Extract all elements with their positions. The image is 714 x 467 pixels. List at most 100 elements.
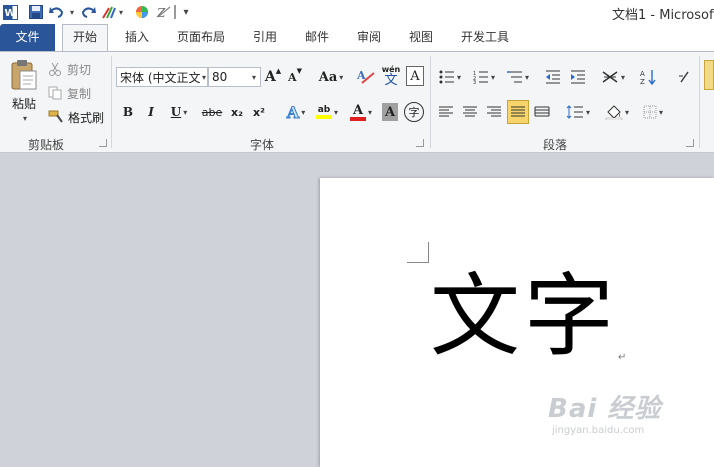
numbering-button[interactable]: 1 2 3 ▾ bbox=[470, 66, 498, 88]
subscript-button[interactable]: x₂ bbox=[227, 102, 247, 122]
grow-font-label: A bbox=[264, 69, 276, 85]
phonetic-guide-button[interactable]: wén 文 bbox=[379, 63, 403, 89]
paint-bucket-icon bbox=[605, 105, 623, 120]
paste-icon[interactable] bbox=[6, 58, 42, 92]
svg-text:Z: Z bbox=[156, 6, 166, 19]
font-color-button[interactable]: A ▾ bbox=[346, 100, 376, 124]
cut-button[interactable]: 剪切 bbox=[48, 60, 118, 78]
paragraph-launcher-icon[interactable] bbox=[686, 139, 694, 147]
paragraph-mark: ↵ bbox=[618, 352, 627, 363]
clipboard-group-label: 剪贴板 bbox=[28, 138, 65, 152]
copy-icon bbox=[48, 86, 62, 100]
tab-page-layout[interactable]: 页面布局 bbox=[170, 24, 232, 51]
undo-icon[interactable] bbox=[49, 3, 65, 21]
font-size-value: 80 bbox=[212, 70, 228, 84]
superscript-button[interactable]: x² bbox=[249, 102, 269, 122]
margin-corner-mark bbox=[407, 242, 429, 263]
color-icon[interactable] bbox=[134, 3, 150, 21]
borders-button[interactable]: ▾ bbox=[638, 102, 668, 122]
format-painter-button[interactable]: 格式刷 bbox=[48, 108, 118, 126]
align-right-button[interactable] bbox=[484, 102, 504, 122]
tab-insert[interactable]: 插入 bbox=[117, 24, 157, 51]
shading-button[interactable]: ▾ bbox=[602, 101, 632, 123]
underline-button[interactable]: U ▾ bbox=[166, 102, 192, 122]
paste-dropdown-icon[interactable]: ▾ bbox=[19, 112, 29, 124]
tab-developer[interactable]: 开发工具 bbox=[453, 24, 517, 51]
align-center-button[interactable] bbox=[460, 102, 480, 122]
font-name-combo[interactable]: 宋体 (中文正文 ▾ bbox=[116, 67, 208, 87]
shrink-font-button[interactable]: A ▼ bbox=[286, 67, 304, 87]
watermark: Bai 经验 jingyan.baidu.com bbox=[548, 388, 661, 436]
paragraph-group-label: 段落 bbox=[543, 138, 568, 152]
line-spacing-button[interactable]: ▾ bbox=[563, 102, 593, 122]
clear-formatting-button[interactable]: A bbox=[355, 65, 377, 89]
tab-file[interactable]: 文件 bbox=[0, 24, 55, 51]
phonetic-char: 文 bbox=[384, 72, 398, 88]
chevron-down-icon: ▾ bbox=[252, 72, 257, 82]
document-text[interactable]: 文字 bbox=[430, 272, 618, 362]
highlight-button[interactable]: ab ▾ bbox=[312, 100, 342, 124]
save-icon[interactable] bbox=[28, 3, 44, 21]
show-marks-button[interactable] bbox=[674, 66, 692, 88]
svg-text:3: 3 bbox=[473, 80, 476, 84]
font-name-value: 宋体 (中文正文 bbox=[120, 70, 200, 85]
text-effects-button[interactable]: A ▾ bbox=[282, 101, 310, 123]
enclose-char-button[interactable]: 字 bbox=[404, 102, 424, 122]
redo-icon[interactable] bbox=[80, 3, 96, 21]
tab-review[interactable]: 审阅 bbox=[349, 24, 389, 51]
window-title: 文档1 - Microsoft bbox=[612, 8, 714, 23]
underline-label: U bbox=[170, 105, 182, 119]
justify-button[interactable] bbox=[507, 100, 529, 124]
ribbon-tabs: 文件 开始 插入 页面布局 引用 邮件 审阅 视图 开发工具 bbox=[0, 24, 714, 51]
font-group-label: 字体 bbox=[250, 138, 275, 152]
sort-icon: AZ bbox=[640, 70, 656, 85]
grow-font-button[interactable]: A ▲ bbox=[264, 67, 282, 87]
clear-formatting-icon: A bbox=[356, 69, 375, 84]
tab-mailings[interactable]: 邮件 bbox=[297, 24, 337, 51]
tab-view[interactable]: 视图 bbox=[401, 24, 441, 51]
watermark-url: jingyan.baidu.com bbox=[552, 425, 645, 436]
line-spacing-icon bbox=[566, 105, 583, 119]
sort-button[interactable]: AZ bbox=[638, 66, 660, 88]
strikethrough-label: abe bbox=[201, 105, 223, 119]
char-border-button[interactable]: A bbox=[406, 66, 424, 86]
chevron-down-icon: ▾ bbox=[202, 72, 207, 82]
clipboard-launcher-icon[interactable] bbox=[99, 139, 107, 147]
chinese-layout-button[interactable]: ▾ bbox=[598, 66, 628, 88]
char-shading-label: A bbox=[384, 104, 396, 120]
strikethrough-button[interactable]: abe bbox=[200, 102, 224, 122]
paragraph-mark-icon bbox=[679, 71, 689, 83]
tab-home[interactable]: 开始 bbox=[62, 24, 108, 51]
word-app-icon[interactable]: W bbox=[2, 3, 18, 21]
styles-gallery-edge[interactable] bbox=[704, 60, 714, 90]
font-size-combo[interactable]: 80 ▾ bbox=[208, 67, 261, 87]
format-painter-icon[interactable]: ▾ bbox=[101, 3, 123, 21]
customize-icon[interactable]: ▾ bbox=[180, 3, 192, 21]
font-launcher-icon[interactable] bbox=[416, 139, 424, 147]
distributed-button[interactable] bbox=[532, 102, 552, 122]
bullets-icon bbox=[439, 70, 454, 84]
italic-button[interactable]: I bbox=[143, 102, 159, 122]
undo-dropdown-icon[interactable]: ▾ bbox=[66, 3, 76, 21]
decrease-indent-button[interactable] bbox=[543, 66, 563, 88]
increase-indent-button[interactable] bbox=[568, 66, 588, 88]
change-case-button[interactable]: Aa ▾ bbox=[316, 67, 346, 87]
decrease-indent-icon bbox=[546, 70, 560, 84]
enclose-char-label: 字 bbox=[408, 106, 420, 119]
font-color-label: A bbox=[352, 102, 364, 118]
svg-text:Z: Z bbox=[640, 78, 645, 85]
align-center-icon bbox=[463, 106, 477, 116]
bold-button[interactable]: B bbox=[120, 102, 136, 122]
paste-button[interactable]: 粘贴 bbox=[8, 94, 40, 112]
copy-label: 复制 bbox=[67, 86, 92, 101]
font-color-swatch bbox=[349, 116, 366, 121]
format-painter-label: 格式刷 bbox=[68, 110, 105, 125]
multilevel-list-button[interactable]: ▾ bbox=[504, 66, 532, 88]
tab-references[interactable]: 引用 bbox=[245, 24, 285, 51]
align-left-button[interactable] bbox=[436, 102, 456, 122]
clear-format-icon[interactable]: Z bbox=[156, 3, 172, 21]
superscript-label: x² bbox=[253, 105, 265, 119]
copy-button[interactable]: 复制 bbox=[48, 84, 118, 102]
char-shading-button[interactable]: A bbox=[382, 103, 398, 121]
bullets-button[interactable]: ▾ bbox=[436, 66, 464, 88]
